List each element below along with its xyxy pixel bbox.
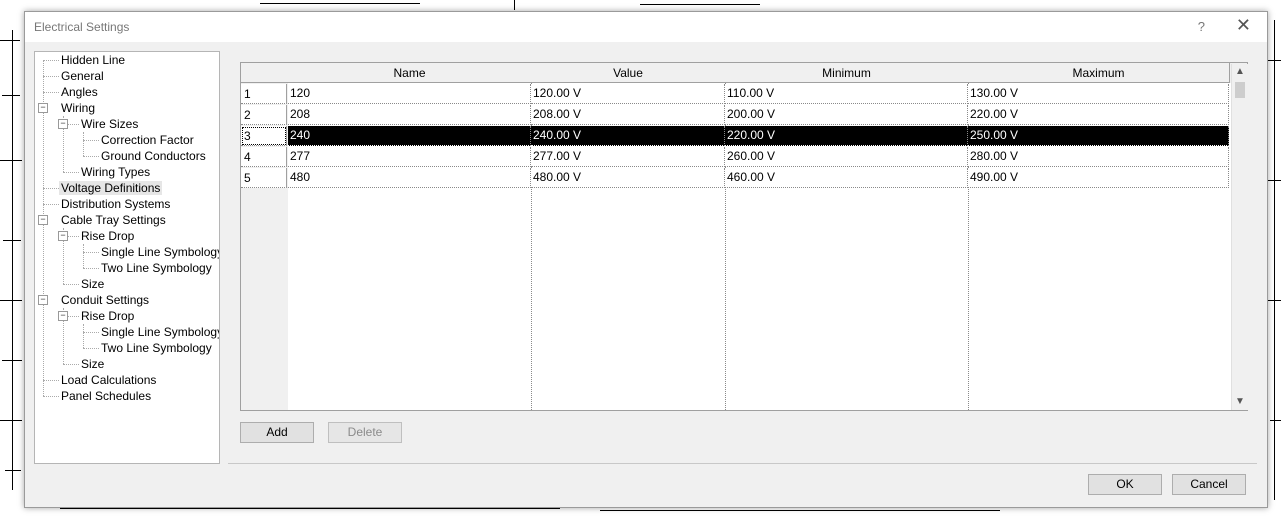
delete-button[interactable]: Delete bbox=[328, 422, 402, 443]
tree-item-conduit-two-line[interactable]: Two Line Symbology bbox=[99, 341, 214, 355]
tree-item-wire-sizes[interactable]: Wire Sizes bbox=[79, 117, 140, 131]
cell-name[interactable]: 120 bbox=[288, 84, 531, 104]
settings-tree: − − − − − − Hidden Line General Angles W… bbox=[34, 51, 220, 464]
title-bar: Electrical Settings ? ✕ bbox=[25, 12, 1267, 42]
tree-item-cable-tray-two-line[interactable]: Two Line Symbology bbox=[99, 261, 214, 275]
conduit-rise-drop-expander-icon[interactable]: − bbox=[58, 311, 68, 321]
cable-tray-rise-drop-expander-icon[interactable]: − bbox=[58, 231, 68, 241]
tree-item-conduit-size[interactable]: Size bbox=[79, 357, 106, 371]
table-row[interactable]: 2 208 208.00 V 200.00 V 220.00 V bbox=[241, 105, 1247, 125]
cell-maximum[interactable]: 250.00 V bbox=[968, 126, 1229, 146]
tree-item-general[interactable]: General bbox=[59, 69, 106, 83]
close-icon[interactable]: ✕ bbox=[1236, 15, 1251, 36]
tree-item-correction-factor[interactable]: Correction Factor bbox=[99, 133, 196, 147]
tree-item-panel-schedules[interactable]: Panel Schedules bbox=[59, 389, 153, 403]
cell-value[interactable]: 277.00 V bbox=[531, 147, 725, 167]
tree-item-wiring[interactable]: Wiring bbox=[59, 101, 97, 115]
cell-value[interactable]: 480.00 V bbox=[531, 168, 725, 188]
tree-item-cable-tray-size[interactable]: Size bbox=[79, 277, 106, 291]
tree-item-cable-tray-rise-drop[interactable]: Rise Drop bbox=[79, 229, 136, 243]
help-button[interactable]: ? bbox=[1198, 19, 1205, 34]
scroll-up-icon[interactable]: ▲ bbox=[1232, 64, 1248, 80]
cancel-button[interactable]: Cancel bbox=[1172, 474, 1246, 495]
row-number-header bbox=[241, 63, 289, 83]
wire-sizes-expander-icon[interactable]: − bbox=[58, 119, 68, 129]
cell-maximum[interactable]: 130.00 V bbox=[968, 84, 1229, 104]
cell-minimum[interactable]: 460.00 V bbox=[725, 168, 968, 188]
tree-item-hidden-line[interactable]: Hidden Line bbox=[59, 53, 127, 67]
tree-item-conduit-single-line[interactable]: Single Line Symbology bbox=[99, 325, 219, 339]
cell-value[interactable]: 208.00 V bbox=[531, 105, 725, 125]
tree-item-conduit-settings[interactable]: Conduit Settings bbox=[59, 293, 151, 307]
table-row[interactable]: 4 277 277.00 V 260.00 V 280.00 V bbox=[241, 147, 1247, 167]
cell-minimum[interactable]: 200.00 V bbox=[725, 105, 968, 125]
cell-value[interactable]: 120.00 V bbox=[531, 84, 725, 104]
voltage-definitions-table: Name Value Minimum Maximum 1 120 120.00 … bbox=[240, 62, 1248, 411]
cell-name[interactable]: 208 bbox=[288, 105, 531, 125]
table-row-selected[interactable]: 3 240 240.00 V 220.00 V 250.00 V bbox=[241, 126, 1247, 146]
column-header-name[interactable]: Name bbox=[288, 63, 532, 83]
add-button[interactable]: Add bbox=[240, 422, 314, 443]
tree-item-angles[interactable]: Angles bbox=[59, 85, 100, 99]
table-vertical-scrollbar[interactable]: ▲ ▼ bbox=[1231, 64, 1248, 410]
ok-button[interactable]: OK bbox=[1088, 474, 1162, 495]
table-row[interactable]: 1 120 120.00 V 110.00 V 130.00 V bbox=[241, 84, 1247, 104]
row-number[interactable]: 2 bbox=[241, 105, 287, 125]
cable-tray-expander-icon[interactable]: − bbox=[38, 215, 48, 225]
dialog-title: Electrical Settings bbox=[34, 20, 130, 34]
footer-separator bbox=[228, 463, 1257, 464]
wiring-expander-icon[interactable]: − bbox=[38, 103, 48, 113]
cell-minimum[interactable]: 220.00 V bbox=[725, 126, 968, 146]
tree-item-wiring-types[interactable]: Wiring Types bbox=[79, 165, 152, 179]
cell-maximum[interactable]: 280.00 V bbox=[968, 147, 1229, 167]
cell-minimum[interactable]: 260.00 V bbox=[725, 147, 968, 167]
row-number[interactable]: 1 bbox=[241, 84, 287, 104]
scroll-down-icon[interactable]: ▼ bbox=[1232, 394, 1248, 410]
scrollbar-thumb[interactable] bbox=[1235, 82, 1245, 98]
column-header-value[interactable]: Value bbox=[531, 63, 726, 83]
row-number[interactable]: 3 bbox=[241, 126, 287, 146]
column-header-minimum[interactable]: Minimum bbox=[725, 63, 969, 83]
tree-item-distribution-systems[interactable]: Distribution Systems bbox=[59, 197, 172, 211]
tree-item-cable-tray-settings[interactable]: Cable Tray Settings bbox=[59, 213, 168, 227]
cell-name[interactable]: 480 bbox=[288, 168, 531, 188]
table-row[interactable]: 5 480 480.00 V 460.00 V 490.00 V bbox=[241, 168, 1247, 188]
row-number[interactable]: 4 bbox=[241, 147, 287, 167]
tree-item-voltage-definitions[interactable]: Voltage Definitions bbox=[59, 181, 163, 195]
tree-item-ground-conductors[interactable]: Ground Conductors bbox=[99, 149, 208, 163]
cell-maximum[interactable]: 490.00 V bbox=[968, 168, 1229, 188]
tree-item-load-calculations[interactable]: Load Calculations bbox=[59, 373, 158, 387]
cell-maximum[interactable]: 220.00 V bbox=[968, 105, 1229, 125]
tree-item-conduit-rise-drop[interactable]: Rise Drop bbox=[79, 309, 136, 323]
row-number[interactable]: 5 bbox=[241, 168, 287, 188]
column-header-maximum[interactable]: Maximum bbox=[968, 63, 1230, 83]
cell-name[interactable]: 277 bbox=[288, 147, 531, 167]
conduit-expander-icon[interactable]: − bbox=[38, 295, 48, 305]
cell-minimum[interactable]: 110.00 V bbox=[725, 84, 968, 104]
tree-item-cable-tray-single-line[interactable]: Single Line Symbology bbox=[99, 245, 219, 259]
cell-name[interactable]: 240 bbox=[288, 126, 531, 146]
electrical-settings-dialog: Electrical Settings ? ✕ − − − − − − Hidd… bbox=[24, 11, 1268, 508]
cell-value[interactable]: 240.00 V bbox=[531, 126, 725, 146]
